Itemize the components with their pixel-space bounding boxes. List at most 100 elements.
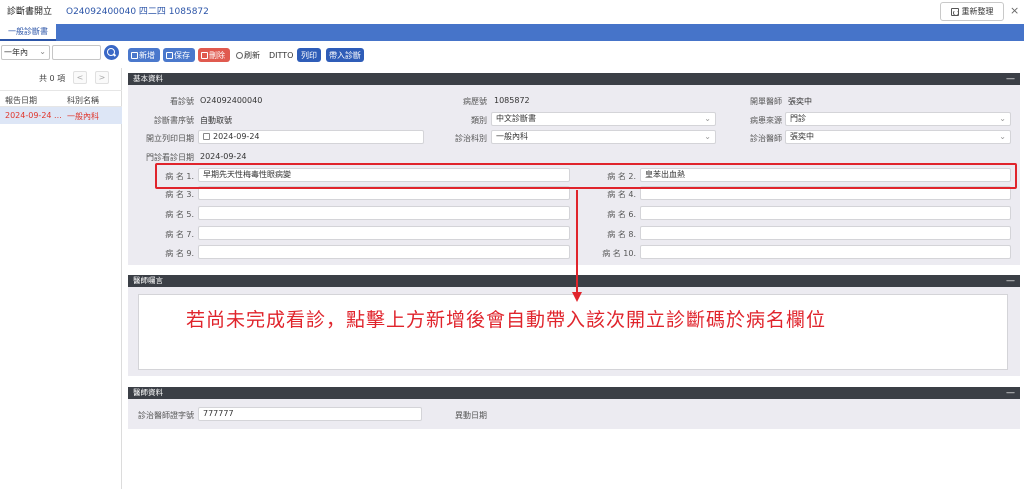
diagnosis-label-5: 病 名 5. [165,210,194,219]
visit-no-value: O24092400040 [200,96,263,105]
calendar-icon [203,133,210,140]
list-item[interactable]: 2024-09-24 ... 一般內科 [0,107,122,124]
prev-page-button[interactable]: < [73,71,87,84]
diagnosis-field-6[interactable] [640,206,1011,220]
tab-strip: 一般診斷書 [0,24,1024,41]
list-header: 報告日期 科別名稱 [0,90,122,107]
new-label: 新增 [139,50,155,60]
attending-value: 張奕中 [788,97,812,106]
new-button[interactable]: 新增 [128,48,160,62]
chart-no-value: 1085872 [494,96,530,105]
chevron-down-icon: ⌄ [999,114,1006,123]
chevron-down-icon: ⌄ [39,47,46,56]
doctor-info-section: 醫師資料 — 診治醫師證字號 777777 異動日期 [128,387,1020,429]
refresh-icon [950,7,959,16]
visit-date-value: 2024-09-24 [200,152,247,161]
trash-icon [201,51,208,59]
search-icon[interactable] [104,45,119,60]
reload-icon [236,51,243,59]
diagnosis-label-6: 病 名 6. [607,210,636,219]
print-date-label: 開立列印日期 [146,134,194,143]
list-item-dept: 一般內科 [67,112,99,121]
diagnosis-label-8: 病 名 8. [607,230,636,239]
annotation-arrow-head [572,292,582,302]
section-title-basic: 基本資料 [133,74,163,83]
section-header-notes: 醫師囑言 — [128,275,1020,287]
search-input[interactable] [52,45,101,60]
license-label: 診治醫師證字號 [138,411,194,420]
license-field[interactable]: 777777 [198,407,422,421]
date-range-select[interactable]: 一年內 ⌄ [1,45,50,60]
cert-no-label: 診斷書序號 [154,116,194,125]
category-label: 類別 [471,116,487,125]
dept-select[interactable]: 一般內科 ⌄ [491,130,716,144]
source-select[interactable]: 門診 ⌄ [785,112,1011,126]
diagnosis-field-7[interactable] [198,226,570,240]
doctor-value: 張奕中 [790,132,814,141]
annotation-arrow [576,190,578,294]
print-button[interactable]: 列印 [297,48,321,62]
diagnosis-label-3: 病 名 3. [165,190,194,199]
column-header-date[interactable]: 報告日期 [5,95,37,106]
source-label: 病患來源 [750,116,782,125]
chevron-down-icon: ⌄ [999,132,1006,141]
bring-diagnosis-button[interactable]: 帶入診斷 [326,48,364,62]
doctor-select[interactable]: 張奕中 ⌄ [785,130,1011,144]
change-date-label: 異動日期 [455,411,487,420]
chevron-down-icon: ⌄ [704,114,711,123]
annotation-text: 若尚未完成看診，點擊上方新增後會自動帶入該次開立診斷碼於病名欄位 [186,309,827,331]
print-date-value: 2024-09-24 [213,132,260,141]
attending-label: 開單醫師 [750,97,782,106]
new-icon [131,51,138,59]
collapse-icon[interactable]: — [1006,387,1015,399]
list-item-date: 2024-09-24 ... [5,111,62,120]
section-title-notes: 醫師囑言 [133,276,163,285]
diagnosis-field-5[interactable] [198,206,570,220]
save-label: 保存 [174,50,190,60]
reload-button[interactable]: 刷新 [233,48,263,62]
delete-button[interactable]: 刪除 [198,48,230,62]
cert-no-value: 自動取號 [200,116,232,125]
date-range-value: 一年內 [4,48,28,57]
column-header-dept[interactable]: 科別名稱 [67,95,99,106]
collapse-icon[interactable]: — [1006,275,1015,287]
diagnosis-label-7: 病 名 7. [165,230,194,239]
diagnosis-label-4: 病 名 4. [607,190,636,199]
category-select[interactable]: 中文診斷書 ⌄ [491,112,716,126]
save-icon [166,51,173,59]
refresh-label: 重新整理 [961,7,994,16]
section-header-doctor: 醫師資料 — [128,387,1020,399]
diagnosis-label-9: 病 名 9. [165,249,194,258]
visit-no-label: 看診號 [170,97,194,106]
chart-no-label: 病歷號 [463,97,487,106]
diagnosis-field-9[interactable] [198,245,570,259]
doctor-label: 診治醫師 [750,134,782,143]
section-title-doctor: 醫師資料 [133,388,163,397]
next-page-button[interactable]: > [95,71,109,84]
record-count: 共 0 項 [39,74,66,83]
patient-info: O24092400040 四二四 1085872 [66,7,209,17]
diagnosis-field-8[interactable] [640,226,1011,240]
close-icon[interactable]: × [1010,4,1019,17]
tab-general-certificate[interactable]: 一般診斷書 [0,24,56,41]
diagnosis-label-10: 病 名 10. [602,249,636,258]
delete-label: 刪除 [209,50,225,60]
save-button[interactable]: 保存 [163,48,195,62]
reload-label: 刷新 [244,50,260,60]
diagnosis-field-10[interactable] [640,245,1011,259]
app-title: 診斷書開立 [7,7,53,17]
top-bar: 診斷書開立 O24092400040 四二四 1085872 重新整理 × [0,0,1024,24]
ditto-button[interactable]: DITTO [266,48,294,62]
diagnosis-highlight-box [155,163,1017,189]
chevron-down-icon: ⌄ [704,132,711,141]
report-list-panel: 共 0 項 < > 報告日期 科別名稱 2024-09-24 ... 一般內科 [0,68,122,489]
collapse-icon[interactable]: — [1006,73,1015,85]
dept-label: 診治科別 [455,134,487,143]
refresh-button[interactable]: 重新整理 [940,2,1004,21]
dept-value: 一般內科 [496,132,528,141]
print-date-field[interactable]: 2024-09-24 [198,130,424,144]
category-value: 中文診斷書 [496,114,536,123]
section-header-basic: 基本資料 — [128,73,1020,85]
source-value: 門診 [790,114,806,123]
visit-date-label: 門診看診日期 [146,153,194,162]
